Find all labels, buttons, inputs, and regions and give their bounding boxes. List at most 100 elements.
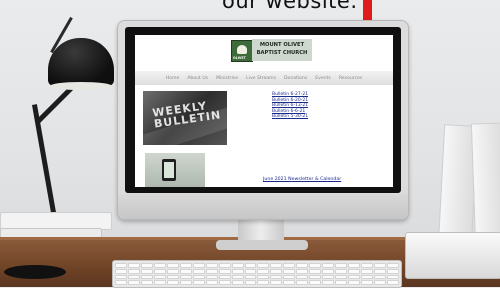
nav-resources[interactable]: Resources xyxy=(339,76,362,81)
church-name: MOUNT OLIVET BAPTIST CHURCH xyxy=(252,39,312,61)
keyboard-key xyxy=(166,280,179,285)
keyboard-key xyxy=(309,280,322,285)
keyboard-key xyxy=(140,280,153,285)
keyboard-key xyxy=(283,274,296,280)
bulletin-link[interactable]: Bulletin 6-27-21 xyxy=(272,92,308,98)
bulletin-link[interactable]: Bulletin 6-13-21 xyxy=(272,103,308,109)
keyboard-key xyxy=(192,268,205,274)
keyboard-key xyxy=(153,268,166,274)
keyboard-key xyxy=(205,274,218,280)
keyboard-key xyxy=(309,268,322,274)
keyboard-key xyxy=(296,274,309,280)
keyboard-key xyxy=(115,274,127,280)
keyboard-key xyxy=(218,268,231,274)
keyboard-key xyxy=(244,280,257,285)
site-nav: Home About Us Ministries Live Streams Do… xyxy=(135,71,393,85)
keyboard-key xyxy=(283,263,296,268)
keyboard-key xyxy=(374,280,387,285)
keyboard-key xyxy=(127,280,140,285)
keyboard-key xyxy=(179,263,192,268)
keyboard-key xyxy=(218,263,231,268)
monitor-icon: OLIVET MOUNT OLIVET BAPTIST CHURCH Home … xyxy=(117,20,409,220)
keyboard-key xyxy=(348,280,361,285)
keyboard-key xyxy=(127,263,140,268)
desk-book-right xyxy=(405,232,500,279)
monitor-bezel: OLIVET MOUNT OLIVET BAPTIST CHURCH Home … xyxy=(125,27,401,193)
nav-home[interactable]: Home xyxy=(166,76,180,81)
keyboard-key xyxy=(115,268,127,274)
keyboard-key xyxy=(140,268,153,274)
monitor-chin xyxy=(118,194,408,219)
keyboard-key xyxy=(309,274,322,280)
nav-events[interactable]: Events xyxy=(315,76,331,81)
weekly-bulletin-banner: WEEKLY BULLETIN xyxy=(143,91,227,145)
bulletin-link[interactable]: Bulletin 5-30-21 xyxy=(272,114,308,120)
church-name-line1: MOUNT OLIVET xyxy=(259,42,305,48)
keyboard-key xyxy=(192,263,205,268)
keyboard-key xyxy=(348,268,361,274)
keyboard-key xyxy=(322,268,335,274)
keyboard-key xyxy=(283,268,296,274)
keyboard-key xyxy=(283,280,296,285)
keyboard-key xyxy=(244,268,257,274)
keyboard-key xyxy=(270,268,283,274)
phone-screen xyxy=(164,162,174,178)
keyboard-key xyxy=(322,280,335,285)
keyboard-key xyxy=(257,274,270,280)
keyboard-key xyxy=(231,268,244,274)
keyboard-key xyxy=(361,268,374,274)
keyboard-key xyxy=(322,274,335,280)
keyboard-key xyxy=(231,274,244,280)
keyboard-key xyxy=(231,280,244,285)
keyboard-key xyxy=(231,263,244,268)
keyboard-key xyxy=(335,274,348,280)
keyboard-key xyxy=(166,268,179,274)
keyboard-key xyxy=(374,263,387,268)
keyboard-key xyxy=(153,274,166,280)
keyboard-key xyxy=(127,268,140,274)
nav-about-us[interactable]: About Us xyxy=(187,76,208,81)
site-header: OLIVET MOUNT OLIVET BAPTIST CHURCH xyxy=(135,35,393,69)
keyboard-key xyxy=(244,263,257,268)
keyboard-key xyxy=(218,280,231,285)
keyboard-key xyxy=(153,280,166,285)
keyboard-key xyxy=(361,263,374,268)
keyboard-key xyxy=(374,268,387,274)
keyboard-key xyxy=(140,274,153,280)
keyboard-key xyxy=(296,263,309,268)
keyboard-key xyxy=(257,268,270,274)
lamp-shade-rim xyxy=(50,82,112,90)
keyboard-icon xyxy=(112,260,402,288)
keyboard-key xyxy=(348,274,361,280)
caption-text: our website. xyxy=(222,0,358,13)
keyboard-key xyxy=(322,263,335,268)
newsletter-link[interactable]: June 2021 Newsletter & Calendar xyxy=(263,177,341,182)
banner-text: WEEKLY BULLETIN xyxy=(152,98,222,130)
keyboard-key xyxy=(387,274,399,280)
keyboard-key xyxy=(270,280,283,285)
keyboard-key xyxy=(270,274,283,280)
keyboard-key xyxy=(179,268,192,274)
nav-ministries[interactable]: Ministries xyxy=(216,76,238,81)
bulletin-list: Bulletin 6-27-21 Bulletin 6-20-21 Bullet… xyxy=(272,92,308,120)
keyboard-key xyxy=(218,274,231,280)
keyboard-key xyxy=(270,263,283,268)
keyboard-key xyxy=(192,280,205,285)
monitor-stand-foot xyxy=(216,240,308,250)
nav-live-streams[interactable]: Live Streams xyxy=(246,76,276,81)
keyboard-key xyxy=(361,274,374,280)
keyboard-key xyxy=(296,280,309,285)
keyboard-key xyxy=(374,274,387,280)
keyboard-key xyxy=(309,263,322,268)
keyboard-key xyxy=(205,263,218,268)
logo-text: OLIVET xyxy=(233,56,246,60)
keyboard-key xyxy=(296,268,309,274)
keyboard-key xyxy=(127,274,140,280)
keyboard-key xyxy=(115,263,127,268)
nav-donations[interactable]: Donations xyxy=(284,76,307,81)
keyboard-key xyxy=(361,280,374,285)
keyboard-key xyxy=(179,280,192,285)
keyboard-key xyxy=(335,280,348,285)
keyboard-key xyxy=(387,280,399,285)
keyboard-key xyxy=(153,263,166,268)
